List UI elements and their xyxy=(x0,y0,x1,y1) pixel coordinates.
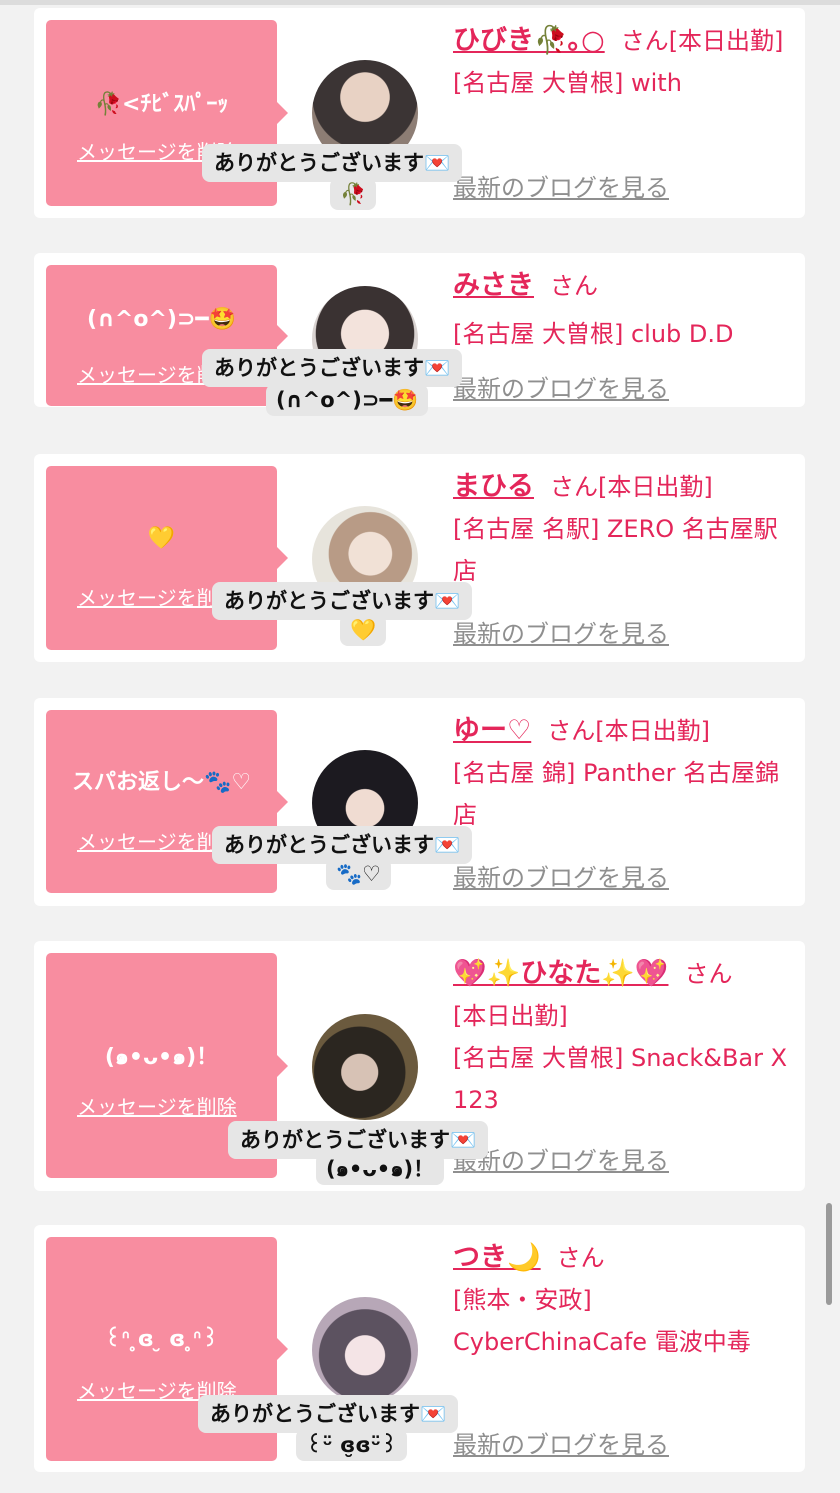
message-bubble: 💛 メッセージを削除 xyxy=(46,466,288,650)
thanks-tooltip-sub: 🐾♡ xyxy=(326,858,391,890)
latest-blog-link[interactable]: 最新のブログを見る xyxy=(453,1425,669,1460)
message-card: 🥀<ﾁﾋﾞｽﾊﾟｰｯ メッセージを削除 ひびき🥀｡○ さん[本日出勤] [名古屋 … xyxy=(34,8,805,218)
profile-info: つき🌙 さん [熊本・安政] CyberChinaCafe 電波中毒 xyxy=(453,1237,798,1363)
thanks-tooltip: ありがとうございます💌 xyxy=(202,349,463,387)
thanks-tooltip-sub: (∩^o^)⊃━🤩 xyxy=(266,384,429,416)
status-text: [本日出勤] xyxy=(453,1002,568,1030)
honorific: さん xyxy=(556,1244,605,1272)
profile-info: みさき さん [名古屋 大曽根] club D.D xyxy=(453,265,798,355)
thanks-tooltip-sub: 🥀 xyxy=(330,178,377,210)
thanks-tooltip: ありがとうございます💌 xyxy=(198,1395,459,1433)
name-line: ひびき🥀｡○ さん[本日出勤] xyxy=(453,20,798,62)
status-text: [本日出勤] xyxy=(595,717,710,745)
name-line: みさき さん xyxy=(453,265,798,307)
honorific: さん xyxy=(547,717,596,745)
honorific: さん xyxy=(550,272,598,300)
name-line: ゆー♡ さん[本日出勤] xyxy=(453,710,798,752)
profile-name-link[interactable]: ひびき🥀｡○ xyxy=(453,25,605,56)
name-line: つき🌙 さん xyxy=(453,1237,798,1279)
scrollbar[interactable] xyxy=(826,1203,832,1305)
message-card: (∩^o^)⊃━🤩 メッセージを削除 みさき さん [名古屋 大曽根] club … xyxy=(34,253,805,416)
avatar[interactable] xyxy=(312,1297,418,1403)
shop-text: [名古屋 大曽根] with xyxy=(453,69,682,97)
latest-blog-link[interactable]: 最新のブログを見る xyxy=(453,369,669,404)
profile-name-link[interactable]: みさき xyxy=(453,270,534,301)
shop-text: [熊本・安政] CyberChinaCafe 電波中毒 xyxy=(453,1286,751,1356)
name-line: 💖✨ひなた✨💖 さん xyxy=(453,953,798,995)
thanks-tooltip-sub: ꒰ᵕ̈ ɞ̮ɞᵕ̈꒱ xyxy=(296,1429,408,1461)
latest-blog-link[interactable]: 最新のブログを見る xyxy=(453,858,669,893)
message-text: スパお返し〜🐾♡ xyxy=(71,770,252,795)
profile-info: 💖✨ひなた✨💖 さん [本日出勤] [名古屋 大曽根] Snack&Bar X 1… xyxy=(453,953,798,1121)
message-bubble: スパお返し〜🐾♡ メッセージを削除 xyxy=(46,710,288,893)
thanks-tooltip-sub: 💛 xyxy=(340,614,387,646)
message-text: 💛 xyxy=(147,526,176,551)
message-text: 🥀<ﾁﾋﾞｽﾊﾟｰｯ xyxy=(94,92,229,117)
thanks-tooltip: ありがとうございます💌 xyxy=(212,582,473,620)
status-text: [本日出勤] xyxy=(668,27,784,55)
profile-name-link[interactable]: まひる xyxy=(453,471,534,502)
profile-name-link[interactable]: 💖✨ひなた✨💖 xyxy=(453,958,668,989)
name-line: まひる さん[本日出勤] xyxy=(453,466,798,508)
message-card: 💛 メッセージを削除 まひる さん[本日出勤] [名古屋 名駅] ZERO 名古屋… xyxy=(34,454,805,662)
latest-blog-link[interactable]: 最新のブログを見る xyxy=(453,614,669,649)
message-text: ꒰ᐢ ̥ɞ ̮ ɞ ̥ᐢ꒱ xyxy=(104,1327,219,1352)
shop-text: [名古屋 名駅] ZERO 名古屋駅店 xyxy=(453,515,778,585)
message-text: (∩^o^)⊃━🤩 xyxy=(86,307,237,332)
message-text: (๑•ᴗ•๑)！ xyxy=(104,1045,219,1070)
avatar[interactable] xyxy=(312,1014,418,1120)
shop-text: [名古屋 大曽根] club D.D xyxy=(453,320,734,348)
shop-text: [名古屋 錦] Panther 名古屋錦店 xyxy=(453,759,780,829)
honorific: さん xyxy=(620,27,669,55)
thanks-tooltip-sub: (๑•ᴗ•๑)！ xyxy=(316,1153,445,1185)
profile-name-link[interactable]: つき🌙 xyxy=(453,1242,541,1273)
shop-text: [名古屋 大曽根] Snack&Bar X 123 xyxy=(453,1044,788,1114)
latest-blog-link[interactable]: 最新のブログを見る xyxy=(453,168,669,203)
profile-info: ひびき🥀｡○ さん[本日出勤] [名古屋 大曽根] with xyxy=(453,20,798,104)
profile-info: ゆー♡ さん[本日出勤] [名古屋 錦] Panther 名古屋錦店 xyxy=(453,710,798,836)
message-card: ꒰ᐢ ̥ɞ ̮ ɞ ̥ᐢ꒱ メッセージを削除 つき🌙 さん [熊本・安政] Cyb… xyxy=(34,1225,805,1472)
message-card: (๑•ᴗ•๑)！ メッセージを削除 💖✨ひなた✨💖 さん [本日出勤] [名古屋 … xyxy=(34,941,805,1191)
message-card: スパお返し〜🐾♡ メッセージを削除 ゆー♡ さん[本日出勤] [名古屋 錦] Pa… xyxy=(34,698,805,906)
top-divider xyxy=(0,0,840,5)
profile-name-link[interactable]: ゆー♡ xyxy=(453,715,531,746)
status-text: [本日出勤] xyxy=(598,473,713,501)
delete-message-link[interactable]: メッセージを削除 xyxy=(77,1091,237,1120)
honorific: さん xyxy=(684,960,733,988)
thanks-tooltip: ありがとうございます💌 xyxy=(202,144,463,182)
profile-info: まひる さん[本日出勤] [名古屋 名駅] ZERO 名古屋駅店 xyxy=(453,466,798,592)
honorific: さん xyxy=(550,473,598,501)
